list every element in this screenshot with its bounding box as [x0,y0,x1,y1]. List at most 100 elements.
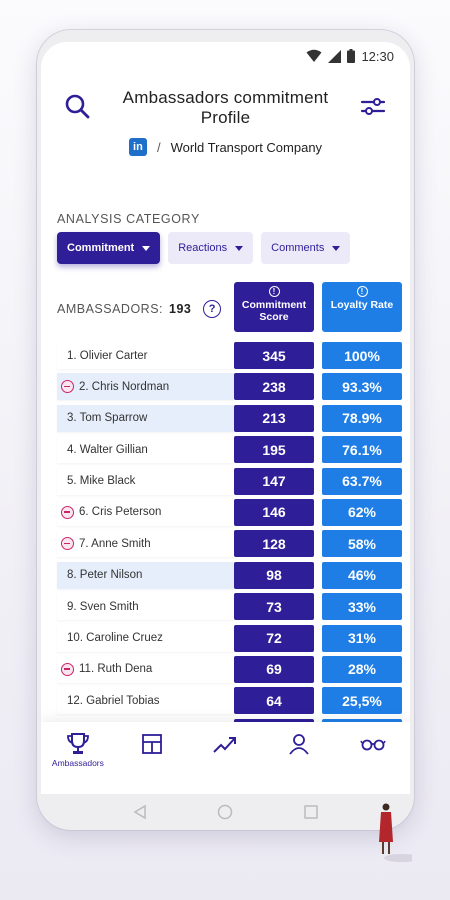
ambassador-name-cell: 3. Tom Sparrow [57,404,235,432]
back-icon[interactable] [132,804,148,820]
ambassador-name-cell: 10. Caroline Cruez [57,624,235,652]
column-header-label: Loyalty Rate [330,299,394,311]
chip-label: Comments [271,242,325,254]
commitment-score-cell: 146 [234,498,314,526]
loyalty-rate-cell: 33% [322,593,402,621]
loyalty-rate-cell: 31% [322,624,402,652]
filter-settings-button[interactable] [358,92,388,122]
chip-reactions[interactable]: Reactions [168,232,254,264]
ambassador-name-cell: 9. Sven Smith [57,593,235,621]
commitment-score-cell: 238 [234,373,314,401]
ambassador-name: 6. Cris Peterson [79,506,162,519]
minus-circle-icon [61,505,74,519]
loyalty-rate-cell: 93.3% [322,373,402,401]
grid-icon [141,734,162,754]
trending-up-icon [213,737,237,753]
search-button[interactable] [63,92,93,122]
search-icon [65,94,90,119]
loyalty-rate-cell: 58% [322,530,402,558]
table-row[interactable]: 6. Cris Peterson 146 62% [57,497,403,528]
ambassador-name-cell: 1. Olivier Carter [57,342,235,369]
info-icon: ! [268,286,280,297]
loyalty-rate-cell: 62% [322,498,402,526]
company-name: World Transport Company [170,139,323,155]
status-time: 12:30 [361,48,394,64]
loyalty-rate-cell: 76.1% [322,436,402,464]
commitment-score-cell: 72 [234,624,314,652]
signal-icon [328,49,342,63]
decorative-figure [379,803,412,862]
ambassadors-label: AMBASSADORS: [57,302,164,316]
commitment-score-cell: 213 [234,404,314,432]
ambassador-name: 3. Tom Sparrow [67,412,148,425]
help-icon[interactable]: ? [203,300,222,318]
breadcrumb-separator: / [156,139,161,155]
app-header: Ambassadors commitment Profile in / Worl… [41,78,410,188]
commitment-score-cell: 98 [234,561,314,589]
loyalty-rate-cell: 63.7% [322,467,402,495]
loyalty-rate-cell: 28% [322,655,402,683]
nav-profile[interactable] [269,732,329,756]
nav-label: Ambassadors [51,758,104,768]
battery-icon [347,49,356,63]
table-row[interactable]: 8. Peter Nilson 98 46% [57,560,403,591]
system-navigation-bar [37,794,414,830]
ambassador-name-cell: 6. Cris Peterson [57,498,235,526]
sliders-icon [360,98,386,115]
home-icon[interactable] [217,804,233,820]
table-row[interactable]: 2. Chris Nordman 238 93.3% [57,371,403,402]
commitment-score-cell: 64 [234,687,314,715]
caret-down-icon [142,245,151,251]
ambassador-name-cell: 12. Gabriel Tobias [57,687,235,715]
table-row[interactable]: 10. Caroline Cruez 72 31% [57,623,403,654]
table-row[interactable]: 11. Ruth Dena 69 28% [57,654,403,685]
minus-circle-icon [61,380,74,394]
ambassadors-count: 193 [169,302,192,316]
ambassador-name-cell: 2. Chris Nordman [57,373,235,401]
nav-trends[interactable] [195,732,255,756]
analysis-category-chips: Commitment Reactions Comments [57,232,351,264]
commitment-score-cell: 195 [234,436,314,464]
loyalty-rate-cell: 100% [322,342,402,369]
nav-insights[interactable] [343,732,403,756]
chip-label: Commitment [67,242,135,254]
caret-down-icon [332,245,341,251]
table-row[interactable]: 3. Tom Sparrow 213 78.9% [57,403,403,434]
company-breadcrumb: in / World Transport Company [41,138,410,156]
commitment-score-cell: 345 [234,342,314,369]
app-screen: 12:30 Ambassadors commitment Profile in … [41,42,410,794]
ambassador-name: 10. Caroline Cruez [67,632,163,645]
ambassador-name: 5. Mike Black [67,475,136,488]
chip-commitment[interactable]: Commitment [57,232,161,264]
ambassador-name: 2. Chris Nordman [79,380,170,393]
table-row[interactable]: 5. Mike Black 147 63.7% [57,466,403,497]
caret-down-icon [235,245,244,251]
table-row[interactable]: 12. Gabriel Tobias 64 25,5% [57,685,403,716]
linkedin-icon: in [128,138,147,156]
chip-comments[interactable]: Comments [261,232,351,264]
info-icon: ! [356,286,368,297]
nav-grid[interactable] [122,732,182,756]
column-header-loyalty-rate[interactable]: ! Loyalty Rate [322,282,402,332]
ambassador-name-cell: 7. Anne Smith [57,530,235,558]
minus-circle-icon [61,662,74,676]
ambassadors-table: 1. Olivier Carter 345 100% 2. Chris Nordman… [57,340,403,748]
recents-icon[interactable] [303,804,319,820]
ambassador-name-cell: 5. Mike Black [57,467,235,495]
ambassador-name: 8. Peter Nilson [67,569,143,582]
column-header-commitment-score[interactable]: ! Commitment Score [234,282,314,332]
table-row[interactable]: 7. Anne Smith 128 58% [57,528,403,559]
ambassador-name: 1. Olivier Carter [67,349,148,362]
minus-circle-icon [61,537,74,551]
ambassador-name-cell: 4. Walter Gillian [57,436,235,464]
ambassador-name: 7. Anne Smith [79,537,151,550]
table-row[interactable]: 1. Olivier Carter 345 100% [57,340,403,371]
ambassador-name: 9. Sven Smith [67,600,139,613]
person-icon [289,734,310,755]
commitment-score-cell: 73 [234,593,314,621]
loyalty-rate-cell: 46% [322,561,402,589]
analysis-category-label: ANALYSIS CATEGORY [57,212,200,226]
table-row[interactable]: 9. Sven Smith 73 33% [57,591,403,622]
table-row[interactable]: 4. Walter Gillian 195 76.1% [57,434,403,465]
nav-ambassadors[interactable]: Ambassadors [48,732,108,768]
